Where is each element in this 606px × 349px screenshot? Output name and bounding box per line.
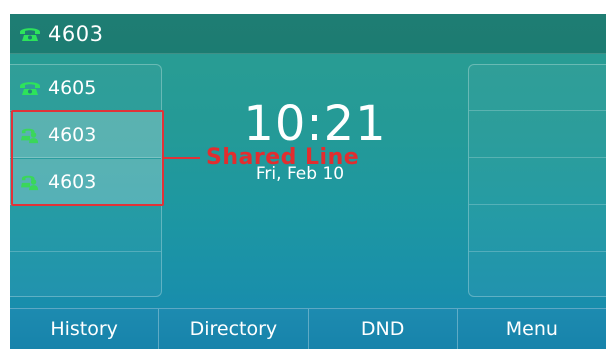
softkey-dnd[interactable]: DND	[309, 309, 458, 349]
right-key-4[interactable]	[469, 206, 606, 252]
right-key-3[interactable]	[469, 159, 606, 205]
softkey-menu[interactable]: Menu	[458, 309, 606, 349]
line-key-5[interactable]	[10, 253, 161, 299]
line-key-1[interactable]: 4605	[10, 65, 161, 111]
phone-handset-icon	[20, 27, 40, 41]
shared-line-highlight-box	[11, 110, 164, 206]
account-label: 4603	[48, 21, 104, 46]
callout-connector	[164, 157, 200, 159]
right-key-1[interactable]	[469, 65, 606, 111]
phone-handset-icon	[20, 81, 40, 95]
softkey-directory[interactable]: Directory	[159, 309, 309, 349]
line-key-4[interactable]	[10, 206, 161, 252]
softkey-history[interactable]: History	[10, 309, 160, 349]
right-key-5[interactable]	[469, 253, 606, 299]
account-status-bar: 4603	[10, 14, 606, 54]
right-key-2[interactable]	[469, 112, 606, 158]
softkey-bar: History Directory DND Menu	[10, 308, 606, 349]
right-keys-panel	[468, 64, 606, 297]
line-key-label: 4605	[48, 76, 97, 99]
shared-line-annotation: Shared Line	[206, 145, 360, 170]
clock-time: 10:21	[243, 96, 387, 152]
